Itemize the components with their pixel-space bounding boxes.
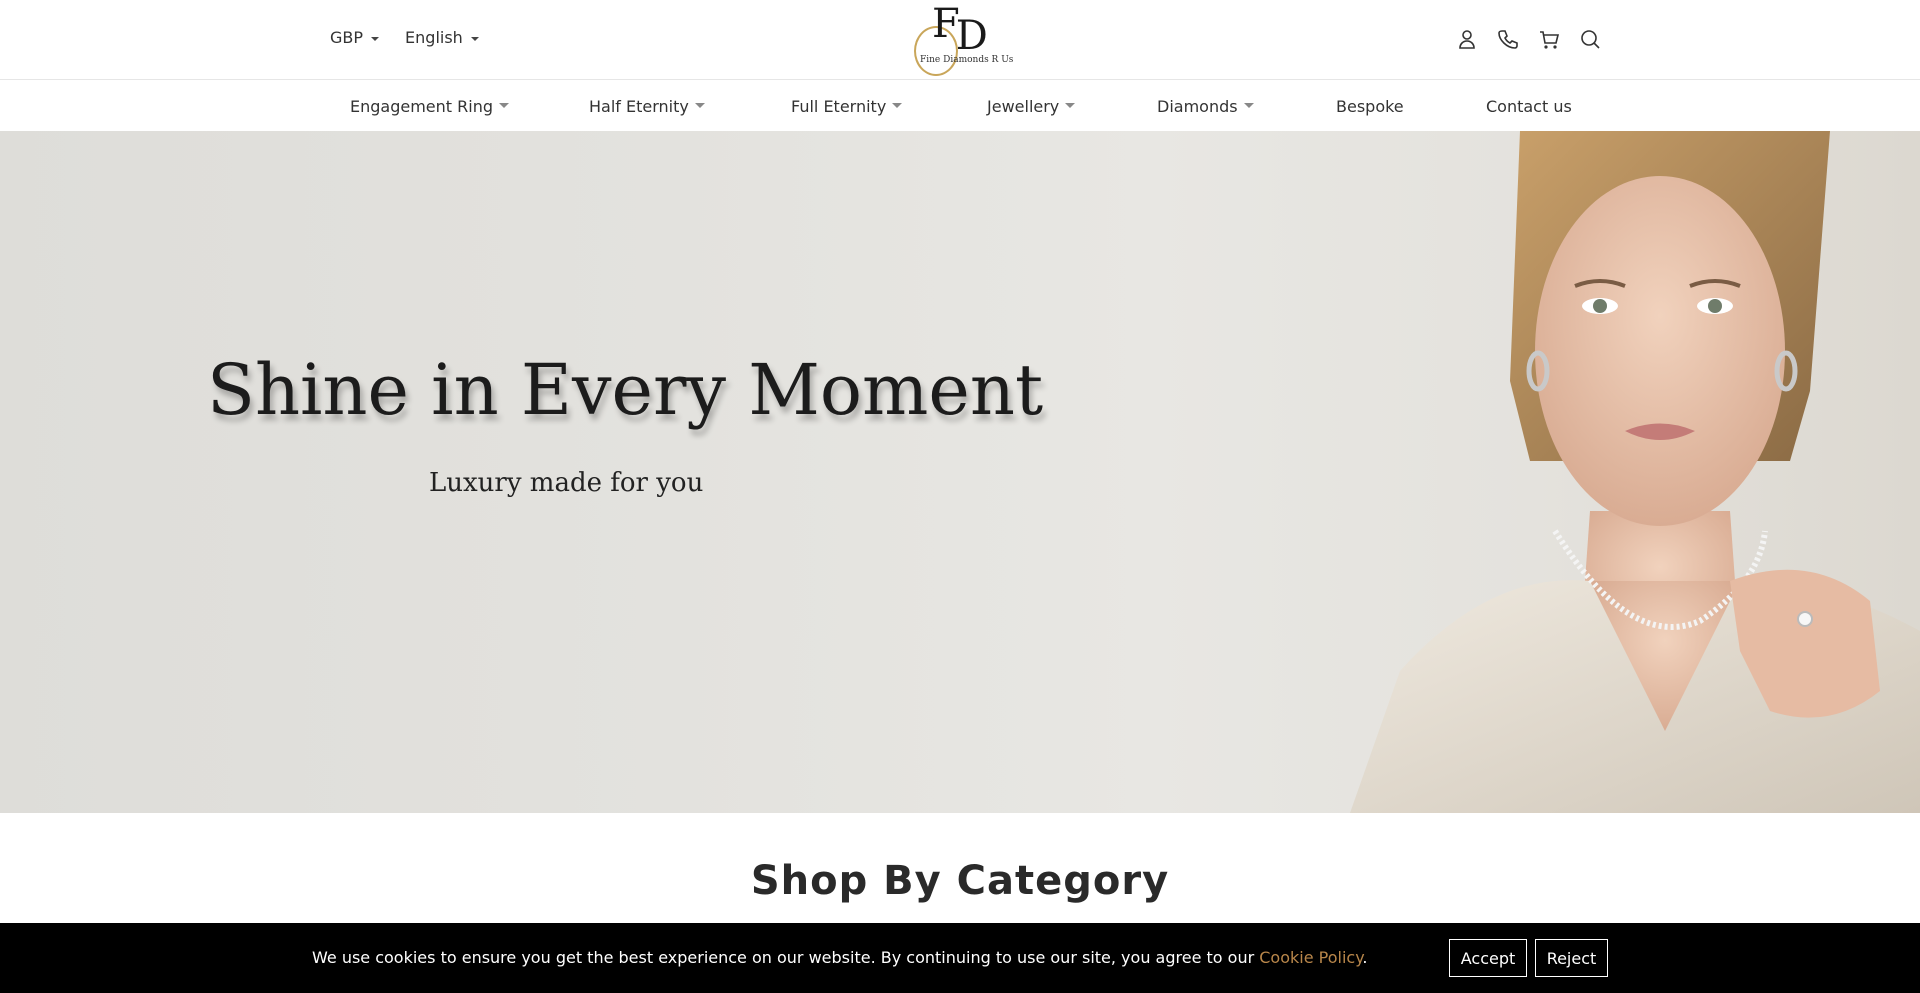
locale-selectors: GBP English [330, 28, 479, 47]
nav-engagement-ring[interactable]: Engagement Ring [350, 97, 509, 116]
search-icon[interactable] [1579, 28, 1601, 50]
cookie-message: We use cookies to ensure you get the bes… [312, 948, 1260, 967]
chevron-down-icon [1243, 103, 1254, 108]
nav-jewellery[interactable]: Jewellery [987, 97, 1076, 116]
hero-title: Shine in Every Moment [207, 349, 1044, 431]
chevron-down-icon [499, 103, 509, 108]
main-nav: Engagement Ring Half Eternity Full Etern… [0, 81, 1920, 131]
nav-half-eternity[interactable]: Half Eternity [589, 97, 705, 116]
accept-button[interactable]: Accept [1449, 939, 1527, 977]
header-icons [1456, 28, 1601, 50]
nav-label: Full Eternity [791, 97, 887, 116]
chevron-down-icon [892, 103, 903, 108]
section-title-shop-by-category: Shop By Category [750, 858, 1170, 904]
nav-label: Diamonds [1157, 97, 1238, 116]
cookie-text: We use cookies to ensure you get the bes… [312, 948, 1367, 967]
hero-model-image [1350, 131, 1920, 813]
hero-subtitle: Luxury made for you [429, 468, 704, 498]
hero-banner[interactable]: Shine in Every Moment Luxury made for yo… [0, 131, 1920, 813]
nav-contact-us[interactable]: Contact us [1486, 97, 1572, 116]
user-icon[interactable] [1456, 28, 1478, 50]
top-bar: GBP English FD Fine Diamonds R Us [0, 0, 1920, 80]
chevron-down-icon [694, 103, 705, 108]
cart-icon[interactable] [1538, 28, 1560, 50]
site-logo[interactable]: FD Fine Diamonds R Us [910, 1, 1013, 76]
nav-label: Engagement Ring [350, 97, 493, 116]
chevron-down-icon [1065, 103, 1076, 108]
logo-tagline: Fine Diamonds R Us [920, 55, 1014, 65]
language-label: English [405, 28, 463, 47]
nav-label: Jewellery [987, 97, 1060, 116]
currency-select[interactable]: GBP [330, 28, 380, 47]
language-select[interactable]: English [405, 28, 479, 47]
nav-label: Bespoke [1336, 97, 1404, 116]
nav-diamonds[interactable]: Diamonds [1157, 97, 1254, 116]
phone-icon[interactable] [1497, 28, 1519, 50]
nav-label: Half Eternity [589, 97, 689, 116]
cookie-banner: We use cookies to ensure you get the bes… [0, 923, 1920, 993]
nav-bespoke[interactable]: Bespoke [1336, 97, 1404, 116]
reject-button[interactable]: Reject [1535, 939, 1608, 977]
cookie-period: . [1362, 948, 1368, 967]
chevron-down-icon [371, 36, 380, 41]
chevron-down-icon [470, 36, 479, 41]
currency-label: GBP [330, 28, 364, 47]
logo-letters: FD [932, 1, 988, 59]
nav-label: Contact us [1486, 97, 1572, 116]
cookie-policy-link[interactable]: Cookie Policy [1259, 948, 1362, 967]
nav-full-eternity[interactable]: Full Eternity [791, 97, 903, 116]
